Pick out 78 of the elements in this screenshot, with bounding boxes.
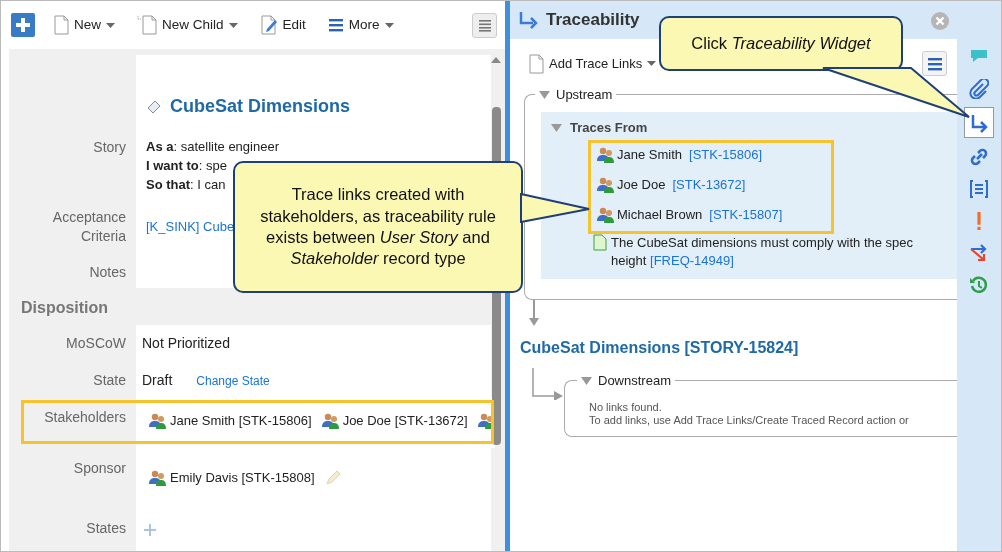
crossed-arrows-icon xyxy=(969,242,989,263)
trace-arrow-icon xyxy=(518,11,538,29)
empty-message: No links found. To add links, use Add Trace Links/Create Traced Record action or xyxy=(588,400,910,428)
add-button[interactable] xyxy=(11,13,35,37)
record-link[interactable]: [STK-13672] xyxy=(672,174,746,195)
people-icon xyxy=(597,146,614,163)
menu-icon xyxy=(926,55,943,72)
tag-icon xyxy=(146,98,162,115)
plus-icon xyxy=(16,18,30,32)
requirement-text: The CubeSat dimensions must comply with the spec height [FREQ-14949] xyxy=(611,233,914,271)
criteria-link[interactable]: [K_SINK] Cube xyxy=(146,219,235,234)
people-icon xyxy=(597,206,614,223)
close-icon[interactable] xyxy=(931,11,949,30)
exclamation-icon xyxy=(977,211,981,230)
menu-icon xyxy=(476,17,493,33)
field-label: Acceptance Criteria xyxy=(51,208,127,246)
menu-button[interactable] xyxy=(472,12,497,38)
people-icon xyxy=(149,411,166,429)
section-label: Upstream xyxy=(556,86,613,104)
change-state-link[interactable]: Change State xyxy=(196,373,270,388)
section-label: Downstream xyxy=(598,372,671,391)
add-trace-links-button[interactable]: Add Trace Links xyxy=(524,51,661,76)
person-name: Joe Doe xyxy=(617,175,666,194)
list-icon xyxy=(969,178,989,199)
requirement-icon xyxy=(593,233,607,251)
menu-icon xyxy=(327,17,344,33)
document-icon xyxy=(137,15,157,35)
callout-pointer xyxy=(519,193,591,223)
callout-tooltip: Click Traceability Widget xyxy=(659,16,903,71)
person-name[interactable]: Jane Smith [STK-15806] xyxy=(170,410,312,430)
field-label: Sponsor xyxy=(72,459,127,478)
scroll-up-icon[interactable] xyxy=(491,57,501,63)
edit-button[interactable]: Edit xyxy=(255,12,310,38)
person-name[interactable]: Joe Doe [STK-13672] xyxy=(342,410,468,430)
person-name: Michael Brown xyxy=(617,205,703,224)
trace-arrow-icon xyxy=(969,112,989,133)
record-link[interactable]: [STK-15806] xyxy=(689,144,763,165)
field-label: State xyxy=(92,370,127,390)
paperclip-icon xyxy=(969,78,989,99)
person-name[interactable]: Emily Davis [STK-15808] xyxy=(170,468,315,488)
field-label: Notes xyxy=(88,262,127,282)
panel-title: Traceability xyxy=(546,9,640,32)
people-icon xyxy=(321,411,339,429)
collapse-triangle-icon[interactable] xyxy=(581,376,592,385)
edit-icon xyxy=(259,15,278,35)
story-line: As a: satellite engineer xyxy=(146,138,279,156)
person-name: Jane Smith xyxy=(617,145,683,164)
document-icon xyxy=(528,53,544,74)
new-child-button[interactable]: New Child xyxy=(133,12,242,38)
group-label: Traces From xyxy=(570,119,648,137)
trace-arrow-widget-button[interactable] xyxy=(964,107,994,138)
story-line: So that: I can xyxy=(146,176,226,194)
caret-icon xyxy=(647,61,657,66)
document-icon xyxy=(53,15,69,35)
link-icon xyxy=(969,146,989,167)
menu-button[interactable] xyxy=(922,51,947,76)
elbow-arrow-icon xyxy=(530,368,564,401)
field-label: Stakeholders xyxy=(43,407,127,427)
collapse-triangle-icon[interactable] xyxy=(551,123,562,132)
field-label: MoSCoW xyxy=(65,333,127,353)
story-line: I want to: spe xyxy=(146,157,227,175)
record-link[interactable]: [STK-15807] xyxy=(709,204,783,225)
history-icon xyxy=(969,274,989,295)
new-button[interactable]: New xyxy=(49,12,119,38)
record-title: CubeSat Dimensions xyxy=(170,95,351,118)
field-value: Not Prioritized xyxy=(142,334,230,351)
field-label: States xyxy=(85,518,127,538)
more-button[interactable]: More xyxy=(323,12,398,38)
record-link[interactable]: [FREQ-14949] xyxy=(650,253,734,269)
current-record-link[interactable]: CubeSat Dimensions [STORY-15824] xyxy=(520,336,957,361)
callout-tooltip: Trace links created with stakeholders, as traceability rule exists between User Story and Stakeholder record type xyxy=(233,161,523,293)
plus-icon[interactable] xyxy=(144,524,156,537)
field-value: Draft xyxy=(142,371,173,388)
people-icon xyxy=(149,469,166,487)
field-label: Story xyxy=(92,138,127,157)
people-icon xyxy=(597,176,614,193)
section-heading: Disposition xyxy=(20,297,110,318)
collapse-triangle-icon[interactable] xyxy=(539,90,550,99)
